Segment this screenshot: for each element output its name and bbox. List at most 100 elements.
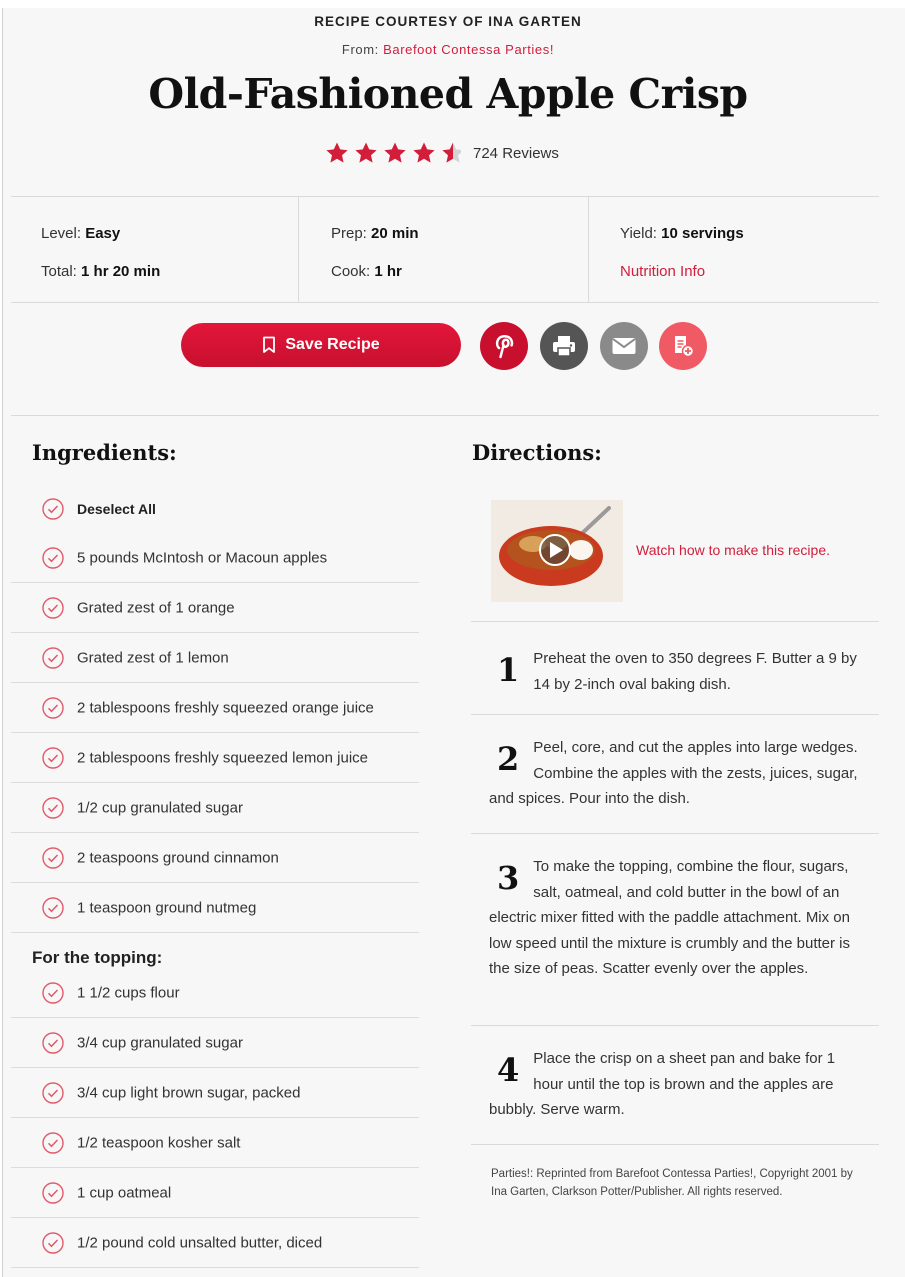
level-info: Level: Easy <box>41 225 121 242</box>
ingredient-item[interactable]: 2 teaspoons ground cinnamon <box>11 833 419 883</box>
divider <box>588 196 589 302</box>
ingredient-text: 1/2 pound cold unsalted butter, diced <box>77 1234 323 1252</box>
divider <box>471 714 879 715</box>
check-circle-icon <box>42 1032 64 1054</box>
step-text: Place the crisp on a sheet pan and bake … <box>489 1050 836 1118</box>
divider <box>11 196 879 197</box>
directions-heading: Directions: <box>472 440 602 465</box>
divider <box>471 833 879 834</box>
star-half-icon <box>442 142 461 163</box>
check-circle-icon <box>42 982 64 1004</box>
ingredient-text: 1 cup oatmeal <box>77 1184 172 1202</box>
apple-crisp-image <box>491 500 623 602</box>
divider <box>11 1267 419 1268</box>
email-button[interactable] <box>600 322 648 370</box>
from-label: From: <box>341 42 379 57</box>
ingredient-item[interactable]: 1/2 teaspoon kosher salt <box>11 1118 419 1168</box>
divider <box>298 196 299 302</box>
direction-step: 1 Preheat the oven to 350 degrees F. Butt… <box>489 646 861 697</box>
ingredient-item[interactable]: Grated zest of 1 lemon <box>11 633 419 683</box>
divider <box>11 415 879 416</box>
star-full-icon <box>355 142 377 163</box>
star-full-icon <box>413 142 435 163</box>
ingredient-text: 1 teaspoon ground nutmeg <box>77 899 257 917</box>
check-circle-icon <box>42 1182 64 1204</box>
nutrition-info-link[interactable]: Nutrition Info <box>620 263 705 280</box>
ingredient-item[interactable]: 1 cup oatmeal <box>11 1168 419 1218</box>
ingredient-item[interactable]: 5 pounds McIntosh or Macoun apples <box>11 533 419 583</box>
ingredient-text: 1/2 cup granulated sugar <box>77 799 243 817</box>
step-number: 2 <box>497 740 520 778</box>
add-to-list-button[interactable] <box>659 322 707 370</box>
pinterest-icon <box>495 334 514 359</box>
divider <box>471 621 879 622</box>
step-number: 1 <box>497 651 520 689</box>
ingredient-text: 5 pounds McIntosh or Macoun apples <box>77 549 328 567</box>
add-to-list-icon <box>675 336 695 358</box>
copyright-credit: Parties!: Reprinted from Barefoot Contes… <box>491 1168 853 1198</box>
save-recipe-button[interactable]: Save Recipe <box>181 323 461 367</box>
rating[interactable]: 724 Reviews <box>325 139 559 167</box>
deselect-all-label: Deselect All <box>77 501 156 517</box>
ingredient-item[interactable]: 3/4 cup light brown sugar, packed <box>11 1068 419 1118</box>
ingredients-heading: Ingredients: <box>32 440 177 465</box>
watch-video-link[interactable]: Watch how to make this recipe. <box>636 542 830 558</box>
print-button[interactable] <box>540 322 588 370</box>
check-circle-icon <box>42 597 64 619</box>
star-rating-icon <box>326 142 461 163</box>
recipe-video-thumbnail[interactable] <box>491 500 623 602</box>
topping-subheading: For the topping: <box>32 948 163 967</box>
divider <box>471 1144 879 1145</box>
direction-step: 2 Peel, core, and cut the apples into lar… <box>489 735 861 812</box>
bookmark-icon <box>263 336 276 353</box>
ingredient-text: 1/2 teaspoon kosher salt <box>77 1134 241 1152</box>
ingredient-text: 2 tablespoons freshly squeezed orange ju… <box>77 699 374 717</box>
check-circle-icon <box>42 1232 64 1254</box>
source-link[interactable]: Barefoot Contessa Parties! <box>383 42 554 57</box>
print-icon <box>553 336 575 357</box>
check-circle-icon <box>42 498 64 520</box>
ingredient-text: Grated zest of 1 lemon <box>77 649 229 667</box>
check-circle-icon <box>42 897 64 919</box>
ingredient-item[interactable]: Grated zest of 1 orange <box>11 583 419 633</box>
pinterest-share-button[interactable] <box>480 322 528 370</box>
step-text: Peel, core, and cut the apples into larg… <box>489 739 858 807</box>
ingredient-item[interactable]: 3/4 cup granulated sugar <box>11 1018 419 1068</box>
ingredient-item[interactable]: 1/2 pound cold unsalted butter, diced <box>11 1218 419 1268</box>
ingredient-text: Grated zest of 1 orange <box>77 599 235 617</box>
check-circle-icon <box>42 847 64 869</box>
divider <box>11 302 879 303</box>
direction-step: 3 To make the topping, combine the flour,… <box>489 854 861 982</box>
ingredient-text: 2 teaspoons ground cinnamon <box>77 849 279 867</box>
direction-step: 4 Place the crisp on a sheet pan and bake… <box>489 1046 861 1123</box>
deselect-all-toggle[interactable]: Deselect All <box>11 484 419 534</box>
total-time-info: Total: 1 hr 20 min <box>41 263 161 280</box>
ingredient-text: 3/4 cup light brown sugar, packed <box>77 1084 301 1102</box>
email-icon <box>612 338 636 354</box>
step-text: Preheat the oven to 350 degrees F. Butte… <box>533 650 857 693</box>
ingredient-item[interactable]: 2 tablespoons freshly squeezed orange ju… <box>11 683 419 733</box>
recipe-page: RECIPE COURTESY OF INA GARTEN From: Bare… <box>2 8 905 1277</box>
ingredient-text: 2 tablespoons freshly squeezed lemon jui… <box>77 749 369 767</box>
ingredient-item[interactable]: 1 teaspoon ground nutmeg <box>11 883 419 933</box>
reviews-count[interactable]: 724 Reviews <box>473 145 559 162</box>
ingredient-text: 1 1/2 cups flour <box>77 984 180 1002</box>
check-circle-icon <box>42 1082 64 1104</box>
ingredient-item[interactable]: 1 1/2 cups flour <box>11 968 419 1018</box>
check-circle-icon <box>42 547 64 569</box>
step-number: 4 <box>497 1051 520 1089</box>
divider <box>11 932 419 933</box>
ingredient-item[interactable]: 1/2 cup granulated sugar <box>11 783 419 833</box>
check-circle-icon <box>42 1132 64 1154</box>
ingredient-text: 3/4 cup granulated sugar <box>77 1034 243 1052</box>
check-circle-icon <box>42 747 64 769</box>
save-recipe-label: Save Recipe <box>285 336 380 353</box>
yield-info: Yield: 10 servings <box>620 225 744 242</box>
cook-time-info: Cook: 1 hr <box>331 263 402 280</box>
recipe-source: From: Barefoot Contessa Parties! <box>3 42 893 57</box>
star-full-icon <box>326 142 348 163</box>
recipe-courtesy: RECIPE COURTESY OF INA GARTEN <box>314 14 582 29</box>
star-full-icon <box>384 142 406 163</box>
ingredient-item[interactable]: 2 tablespoons freshly squeezed lemon jui… <box>11 733 419 783</box>
prep-time-info: Prep: 20 min <box>331 225 419 242</box>
